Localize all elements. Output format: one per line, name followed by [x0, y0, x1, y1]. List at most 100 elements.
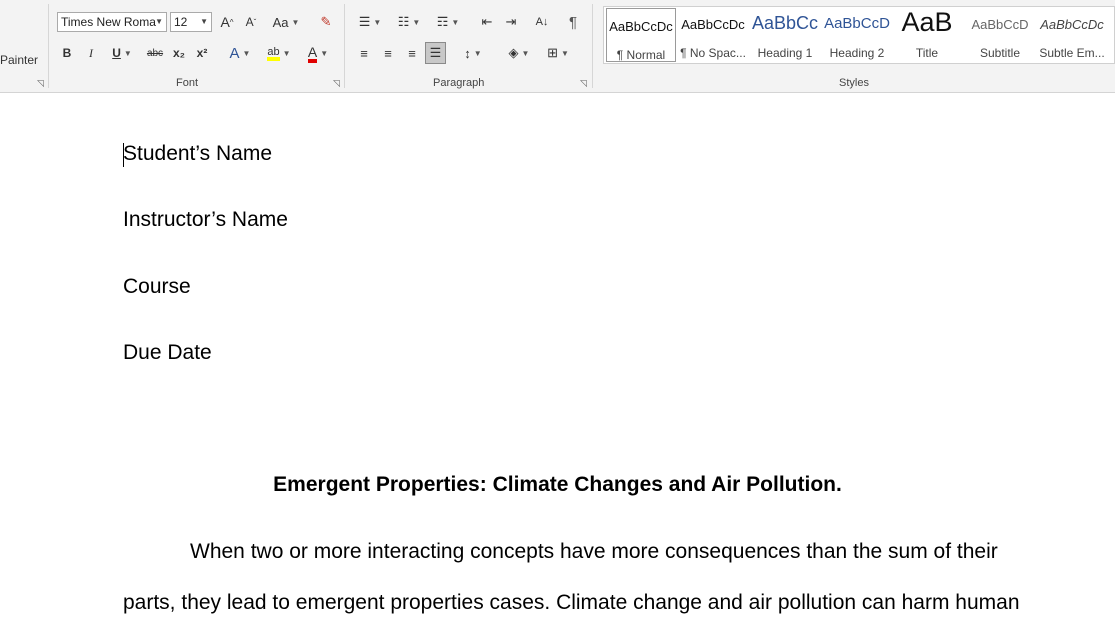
shading-button[interactable]: ◈ ▼	[502, 43, 536, 63]
due-date-line[interactable]: Due Date	[123, 341, 212, 365]
style-heading-1[interactable]: AaBbCc Heading 1	[749, 7, 821, 63]
chevron-down-icon: ▼	[521, 48, 530, 58]
justify-icon: ☰	[429, 45, 442, 60]
style-normal[interactable]: AaBbCcDc ¶ Normal	[606, 8, 676, 62]
increase-indent-button[interactable]: ⇥	[502, 12, 520, 32]
style-subtle-emphasis[interactable]: AaBbCcDc Subtle Em...	[1036, 7, 1108, 63]
align-left-button[interactable]: ≡	[355, 43, 373, 63]
style-heading-2[interactable]: AaBbCcD Heading 2	[821, 7, 893, 63]
style-name: ¶ Normal	[616, 48, 666, 62]
numbering-icon: ☷	[397, 14, 410, 29]
font-launcher-icon[interactable]: ◹	[333, 79, 342, 88]
underline-icon: U	[112, 46, 121, 60]
course-line[interactable]: Course	[123, 275, 191, 299]
paragraph-line-1[interactable]: When two or more interacting concepts ha…	[190, 540, 998, 564]
text-effects-icon: A	[229, 44, 240, 62]
style-preview: AaBbCcD	[824, 15, 890, 32]
chevron-down-icon: ▼	[282, 48, 291, 58]
style-preview: AaBbCcDc	[1040, 17, 1104, 32]
style-no-spacing[interactable]: AaBbCcDc ¶ No Spac...	[677, 7, 749, 63]
paint-bucket-icon: ◈	[508, 45, 519, 60]
style-preview: AaBbCcD	[971, 17, 1029, 32]
text-effects-button[interactable]: A ▼	[224, 43, 256, 63]
style-title[interactable]: AaB Title	[891, 7, 963, 63]
font-name-value: Times New Roma	[61, 15, 156, 29]
chevron-down-icon: ▼	[155, 17, 163, 26]
paragraph-launcher-icon[interactable]: ◹	[580, 79, 589, 88]
instructor-name-line[interactable]: Instructor’s Name	[123, 208, 288, 232]
paragraph-group-label: Paragraph	[433, 77, 485, 89]
sort-button[interactable]: A↓	[533, 12, 551, 32]
borders-icon: ⊞	[547, 45, 558, 60]
increase-indent-icon: ⇥	[505, 14, 517, 29]
strikethrough-button[interactable]: abc	[145, 43, 165, 63]
underline-button[interactable]: U ▼	[107, 43, 137, 63]
group-divider	[344, 4, 345, 88]
group-divider	[48, 4, 49, 88]
style-preview: AaBbCc	[751, 13, 819, 33]
style-name: Heading 1	[757, 46, 813, 60]
font-color-icon: A	[307, 44, 318, 63]
essay-title[interactable]: Emergent Properties: Climate Changes and…	[0, 473, 1115, 497]
multilevel-list-icon: ☶	[436, 14, 449, 29]
highlight-button[interactable]: ab ▼	[262, 43, 296, 63]
font-size-combo[interactable]: 12 ▼	[170, 12, 212, 32]
font-group-label: Font	[176, 77, 199, 89]
style-name: Title	[915, 46, 939, 60]
text-cursor	[123, 143, 124, 167]
style-name: Heading 2	[829, 46, 885, 60]
line-spacing-button[interactable]: ↕ ▼	[457, 43, 489, 63]
align-right-button[interactable]: ≡	[403, 43, 421, 63]
bold-button[interactable]: B	[59, 43, 75, 63]
chevron-down-icon: ▼	[560, 48, 569, 58]
chevron-down-icon: ▼	[451, 17, 460, 27]
bullets-icon: ☰	[358, 14, 371, 29]
group-divider	[592, 4, 593, 88]
chevron-down-icon: ▼	[291, 17, 300, 27]
italic-button[interactable]: I	[83, 43, 99, 63]
clipboard-launcher-icon[interactable]: ◹	[37, 79, 46, 88]
align-left-icon: ≡	[360, 45, 368, 61]
clear-formatting-button[interactable]: ✎	[316, 12, 336, 32]
style-name: Subtitle	[979, 46, 1021, 60]
style-name: ¶ No Spac...	[680, 46, 746, 60]
styles-group-label: Styles	[839, 77, 869, 89]
font-size-value: 12	[174, 15, 188, 29]
paragraph-line-2[interactable]: parts, they lead to emergent properties …	[123, 591, 1020, 615]
decrease-indent-button[interactable]: ⇤	[478, 12, 496, 32]
sort-icon: A↓	[535, 16, 549, 28]
style-name: Subtle Em...	[1039, 46, 1105, 60]
subscript-button[interactable]: x₂	[170, 43, 188, 63]
font-name-combo[interactable]: Times New Roma ▼	[57, 12, 167, 32]
justify-button[interactable]: ☰	[425, 42, 446, 64]
borders-button[interactable]: ⊞ ▼	[542, 43, 574, 63]
styles-gallery: AaBbCcDc ¶ Normal AaBbCcDc ¶ No Spac... …	[603, 6, 1115, 64]
line-spacing-icon: ↕	[464, 45, 471, 61]
grow-font-icon: A	[220, 14, 230, 30]
chevron-down-icon: ▼	[242, 48, 251, 58]
align-center-button[interactable]: ≡	[379, 43, 397, 63]
style-preview: AaB	[901, 7, 953, 37]
align-center-icon: ≡	[384, 45, 392, 61]
font-color-button[interactable]: A ▼	[302, 43, 334, 63]
multilevel-list-button[interactable]: ☶ ▼	[432, 12, 464, 32]
eraser-icon: ✎	[320, 14, 332, 29]
align-right-icon: ≡	[408, 45, 416, 61]
chevron-down-icon: ▼	[473, 48, 482, 58]
numbering-button[interactable]: ☷ ▼	[393, 12, 425, 32]
shrink-font-icon: A	[245, 15, 254, 29]
grow-font-button[interactable]: A ^	[219, 12, 235, 32]
style-preview: AaBbCcDc	[681, 17, 745, 32]
show-formatting-button[interactable]: ¶	[564, 12, 582, 32]
decrease-indent-icon: ⇤	[481, 14, 493, 29]
change-case-icon: Aa	[272, 14, 289, 30]
bullets-button[interactable]: ☰ ▼	[354, 12, 386, 32]
format-painter-button[interactable]: Painter	[0, 53, 38, 67]
style-subtitle[interactable]: AaBbCcD Subtitle	[964, 7, 1036, 63]
shrink-font-button[interactable]: Aˇ	[243, 12, 259, 32]
superscript-button[interactable]: x²	[193, 43, 211, 63]
student-name-line[interactable]: Student’s Name	[123, 142, 272, 166]
chevron-down-icon: ▼	[373, 17, 382, 27]
chevron-down-icon: ▼	[200, 17, 208, 26]
change-case-button[interactable]: Aa ▼	[269, 12, 303, 32]
